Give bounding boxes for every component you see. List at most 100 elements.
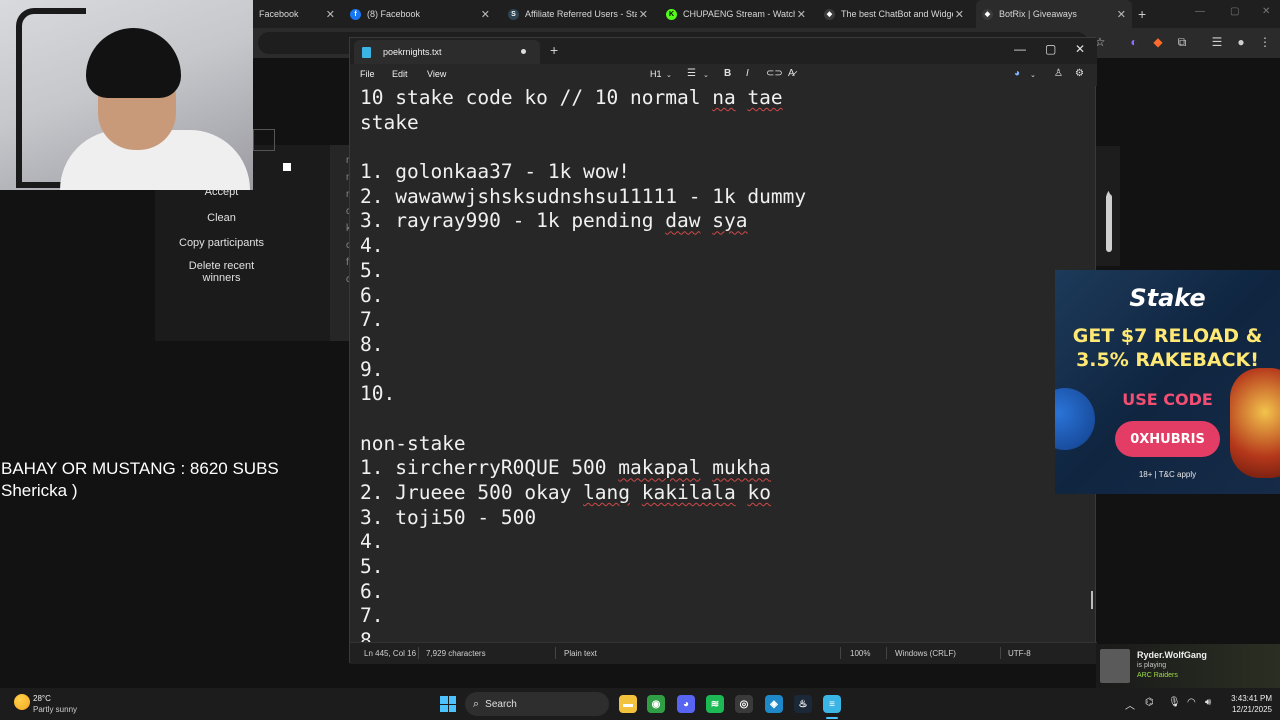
editor-line: 1. sircherryR0QUE 500 makapal mukha <box>360 456 1085 481</box>
line-text: 9. <box>360 357 384 381</box>
stake-ad-banner[interactable]: Stake GET $7 RELOAD & 3.5% RAKEBACK! USE… <box>1055 270 1280 494</box>
copilot-icon[interactable]: ◕ <box>1014 68 1020 79</box>
promo-code-button[interactable]: 0XHUBRIS <box>1115 421 1220 457</box>
line-text: 1. golonkaa37 - 1k wow! <box>360 160 631 184</box>
file-explorer-icon[interactable]: ▬ <box>619 695 637 713</box>
ad-headline-line: 3.5% RAKEBACK! <box>1076 349 1259 371</box>
close-icon[interactable]: ✕ <box>481 8 490 21</box>
heading-dropdown[interactable]: H1 <box>650 69 662 79</box>
zoom-level[interactable]: 100% <box>850 649 870 658</box>
editor-line: 9. <box>360 358 1085 383</box>
extensions-puzzle-icon[interactable]: ⧉ <box>1175 35 1189 49</box>
editor-line: 5. <box>360 259 1085 284</box>
link-icon[interactable]: ⊂⊃ <box>766 68 783 79</box>
close-icon[interactable]: ✕ <box>1262 6 1270 17</box>
stop-square-icon[interactable] <box>283 163 291 171</box>
wifi-icon[interactable]: ◠ <box>1187 697 1196 708</box>
weather-description[interactable]: Partly sunny <box>33 705 77 714</box>
line-text <box>736 86 748 109</box>
spotify-icon[interactable]: ≋ <box>706 695 724 713</box>
maximize-icon[interactable]: ▢ <box>1230 6 1239 17</box>
close-icon[interactable]: ✕ <box>639 8 648 21</box>
editor-scrollbar-thumb[interactable] <box>1091 591 1093 609</box>
misspelled-word: ko <box>747 481 771 504</box>
stream-overlay-text: BAHAY OR MUSTANG : 8620 SUBS Shericka ) <box>1 458 279 502</box>
extension-purple-icon[interactable]: ◐ <box>1127 35 1141 49</box>
maximize-icon[interactable]: ▢ <box>1045 42 1056 56</box>
tab-botrix-chatbot[interactable]: ◆ The best ChatBot and Widgets ✕ <box>818 0 970 28</box>
new-tab-button[interactable]: + <box>1138 6 1146 22</box>
friend-status: is playing <box>1137 662 1167 669</box>
friend-activity-notification[interactable]: Ryder.WolfGang is playing ARC Raiders <box>1096 644 1280 688</box>
gear-icon[interactable]: ⚙ <box>1075 68 1084 79</box>
minimize-icon[interactable]: — <box>1195 6 1205 17</box>
menu-file[interactable]: File <box>360 69 375 79</box>
start-button[interactable] <box>440 696 456 712</box>
line-text: 6. <box>360 579 384 603</box>
misspelled-word: daw <box>665 209 701 233</box>
line-text: 3. rayray990 - 1k pending <box>360 209 666 233</box>
close-icon[interactable]: ✕ <box>1117 8 1126 21</box>
copy-participants-button[interactable]: Copy participants <box>168 237 275 249</box>
delete-recent-winners-button[interactable]: Delete recent winners <box>168 260 275 284</box>
tab-botrix-giveaways[interactable]: ◆ BotRix | Giveaways ✕ <box>976 0 1132 28</box>
profile-avatar-icon[interactable]: ● <box>1234 35 1248 49</box>
line-ending[interactable]: Windows (CRLF) <box>895 649 956 658</box>
notepad-editor[interactable]: 10 stake code ko // 10 normal na tae stak… <box>360 86 1085 642</box>
clean-button[interactable]: Clean <box>168 212 275 224</box>
bold-icon[interactable]: B <box>724 68 731 79</box>
reading-list-icon[interactable]: ☰ <box>1210 35 1224 49</box>
close-icon[interactable]: ✕ <box>326 8 335 21</box>
extension-orange-icon[interactable]: ◆ <box>1151 35 1165 49</box>
chevron-up-icon[interactable]: ︿ <box>1125 697 1135 712</box>
unsaved-dot-icon[interactable] <box>521 49 526 54</box>
menu-edit[interactable]: Edit <box>392 69 408 79</box>
steam-icon[interactable]: ♨ <box>794 695 812 713</box>
editor-line: 3. toji50 - 500 <box>360 506 1085 531</box>
browser-blue-icon[interactable]: ◈ <box>765 695 783 713</box>
new-tab-button[interactable]: + <box>550 42 558 58</box>
network-icon[interactable]: ⌬ <box>1145 697 1154 708</box>
clock-time[interactable]: 3:43:41 PM <box>1224 694 1272 703</box>
line-text: 8. <box>360 332 384 356</box>
volume-icon[interactable]: 🔊︎ <box>1205 697 1211 708</box>
close-icon[interactable]: ✕ <box>955 8 964 21</box>
tab-stake-affiliate[interactable]: S Affiliate Referred Users - Stake ✕ <box>502 0 654 28</box>
settings-checkbox[interactable] <box>253 129 275 151</box>
discord-icon[interactable]: ◕ <box>677 695 695 713</box>
chevron-down-icon: ⌄ <box>666 72 672 79</box>
chrome-icon[interactable]: ◉ <box>647 695 665 713</box>
weather-sun-icon[interactable] <box>14 694 30 710</box>
tab-facebook-notifications[interactable]: f (8) Facebook ✕ <box>344 0 496 28</box>
list-icon[interactable]: ☰ <box>687 68 696 79</box>
line-text: 10. <box>360 382 396 406</box>
encoding[interactable]: UTF-8 <box>1008 649 1031 658</box>
close-icon[interactable]: ✕ <box>797 8 806 21</box>
account-icon[interactable]: ♙ <box>1054 68 1063 79</box>
chevron-down-icon: ⌄ <box>703 72 709 79</box>
weather-temperature[interactable]: 28°C <box>33 694 51 703</box>
minimize-icon[interactable]: — <box>1014 42 1026 56</box>
misspelled-word: tae <box>747 86 783 109</box>
more-menu-icon[interactable]: ⋮ <box>1258 35 1272 49</box>
microphone-icon[interactable]: 🎙︎ <box>1168 697 1181 708</box>
page-scrollbar-thumb[interactable] <box>1106 194 1112 252</box>
notepad-icon[interactable]: ≡ <box>823 695 841 713</box>
tab-facebook[interactable]: Facebook ✕ <box>253 0 341 28</box>
menu-view[interactable]: View <box>427 69 446 79</box>
notepad-tab[interactable]: poekrnights.txt <box>354 40 540 64</box>
editor-line: 8. <box>360 333 1085 358</box>
text-format[interactable]: Plain text <box>564 649 597 658</box>
app-red-badge-icon[interactable]: ◎ <box>735 695 753 713</box>
editor-line: 4. <box>360 234 1085 259</box>
clock-date[interactable]: 12/21/2025 <box>1224 705 1272 714</box>
italic-icon[interactable]: I <box>746 68 749 79</box>
clear-formatting-icon[interactable]: A̷ <box>788 68 795 79</box>
taskbar-search[interactable]: ⌕ Search <box>465 692 609 716</box>
close-icon[interactable]: ✕ <box>1075 42 1085 56</box>
divider <box>555 647 556 659</box>
facebook-icon: f <box>350 8 361 20</box>
tab-kick-stream[interactable]: K CHUPAENG Stream - Watch Live ✕ <box>660 0 812 28</box>
